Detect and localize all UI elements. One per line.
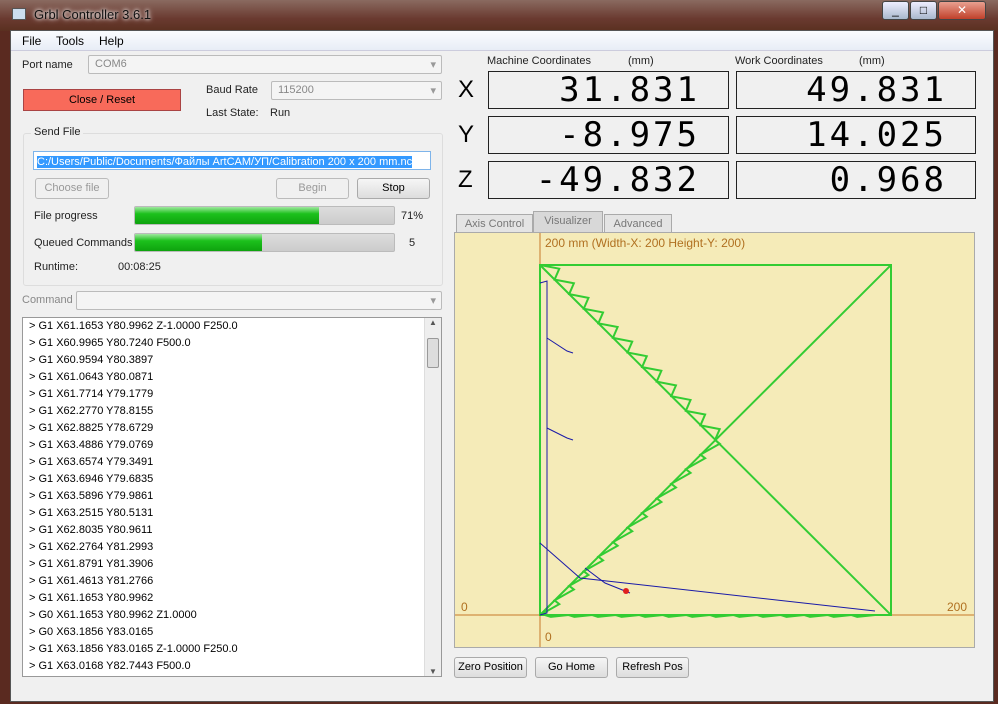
port-select[interactable]: COM6 [88,55,442,74]
log-line: > G1 X61.4613 Y81.2766 [29,575,154,587]
machine-coord-z: -49.832 [488,161,729,199]
close-reset-button[interactable]: Close / Reset [23,89,181,111]
log-line: > G1 X63.0168 Y82.7443 F500.0 [29,660,191,672]
title-bar[interactable]: Grbl Controller 3.6.1 _ □ ✕ [0,0,998,31]
tab-advanced[interactable]: Advanced [604,214,672,233]
cut-path [539,264,892,618]
send-file-label: Send File [31,126,84,138]
queued-value: 5 [409,237,416,249]
log-line: > G1 X61.7714 Y79.1779 [29,388,154,400]
machine-coord-x: 31.831 [488,71,729,109]
queued-label: Queued Commands [34,237,133,249]
axis-label-y: Y [458,121,475,148]
machine-unit-label: (mm) [628,55,654,67]
queued-bar [134,233,395,252]
log-line: > G1 X61.1653 Y80.9962 Z-1.0000 F250.0 [29,320,238,332]
app-icon [12,8,26,20]
last-state-value: Run [270,107,291,119]
window-title: Grbl Controller 3.6.1 [34,7,152,22]
baud-select[interactable]: 115200 [271,81,442,100]
stop-button[interactable]: Stop [357,178,430,199]
log-line: > G1 X63.5896 Y79.9861 [29,490,154,502]
close-window-button[interactable]: ✕ [938,1,986,20]
file-path-input[interactable]: C:/Users/Public/Documents/Файлы ArtCAM/У… [33,151,431,170]
menu-tools[interactable]: Tools [56,34,84,48]
log-line: > G1 X63.6946 Y79.6835 [29,473,154,485]
file-path-text: C:/Users/Public/Documents/Файлы ArtCAM/У… [37,156,413,168]
log-line: > G1 X62.8825 Y78.6729 [29,422,154,434]
log-line: > G0 X63.1856 Y83.0165 [29,626,154,638]
tab-visualizer[interactable]: Visualizer [533,211,603,233]
menu-file[interactable]: File [22,34,41,48]
scroll-down-icon[interactable]: ▼ [425,667,441,676]
begin-button[interactable]: Begin [276,178,349,199]
file-progress-label: File progress [34,210,98,222]
maximize-button[interactable]: □ [910,1,937,20]
work-coord-y: 14.025 [736,116,976,154]
axis-label-x: X [458,76,475,103]
log-line: > G1 X62.2770 Y78.8155 [29,405,154,417]
command-input[interactable] [76,291,442,310]
file-progress-fill [135,207,319,224]
log-line: > G1 X60.9965 Y80.7240 F500.0 [29,337,191,349]
refresh-pos-button[interactable]: Refresh Pos [616,657,689,678]
file-progress-value: 71% [401,210,424,222]
log-line: > G1 X62.2764 Y81.2993 [29,541,154,553]
log-line: > G1 X61.0643 Y80.0871 [29,371,154,383]
work-coords-label: Work Coordinates [735,55,823,67]
work-coord-z: 0.968 [736,161,976,199]
baud-label: Baud Rate [206,84,258,96]
log-line: > G1 X63.6574 Y79.3491 [29,456,154,468]
queued-fill [135,234,262,251]
minimize-button[interactable]: _ [882,1,909,20]
choose-file-button[interactable]: Choose file [35,178,109,199]
tab-axis-control[interactable]: Axis Control [456,214,533,233]
work-unit-label: (mm) [859,55,885,67]
last-state-label: Last State: [206,107,259,119]
visualizer-canvas[interactable]: 200 mm (Width-X: 200 Height-Y: 200) 0 20… [454,232,975,648]
log-line: > G0 X61.1653 Y80.9962 Z1.0000 [29,609,197,621]
toolpath-drawing [455,233,974,647]
log-line: > G1 X63.4886 Y79.0769 [29,439,154,451]
go-home-button[interactable]: Go Home [535,657,608,678]
work-coord-x: 49.831 [736,71,976,109]
command-label: Command [22,294,73,306]
log-line: > G1 X62.8035 Y80.9611 [29,524,153,536]
log-line: > G1 X61.1653 Y80.9962 [29,592,154,604]
log-line: > G1 X61.8791 Y81.3906 [29,558,154,570]
scroll-up-icon[interactable]: ▲ [425,318,441,327]
scroll-thumb[interactable] [427,338,439,368]
runtime-value: 00:08:25 [118,261,161,273]
command-log[interactable]: > G1 X61.1653 Y80.9962 Z-1.0000 F250.0 > … [22,317,442,677]
log-line: > G1 X63.2515 Y80.5131 [29,507,154,519]
main-window: File Tools Help Port name COM6 Close / R… [10,30,994,702]
log-line: > G1 X60.9594 Y80.3897 [29,354,154,366]
menu-help[interactable]: Help [99,34,124,48]
log-line: > G1 X63.1856 Y83.0165 Z-1.0000 F250.0 [29,643,238,655]
zero-position-button[interactable]: Zero Position [454,657,527,678]
axis-label-z: Z [458,166,473,193]
machine-coords-label: Machine Coordinates [487,55,591,67]
tool-position-marker [623,588,629,594]
log-scrollbar[interactable]: ▲ ▼ [424,318,441,676]
file-progress-bar [134,206,395,225]
port-label: Port name [22,59,73,71]
menu-bar: File Tools Help [11,31,993,51]
machine-coord-y: -8.975 [488,116,729,154]
runtime-label: Runtime: [34,261,79,273]
